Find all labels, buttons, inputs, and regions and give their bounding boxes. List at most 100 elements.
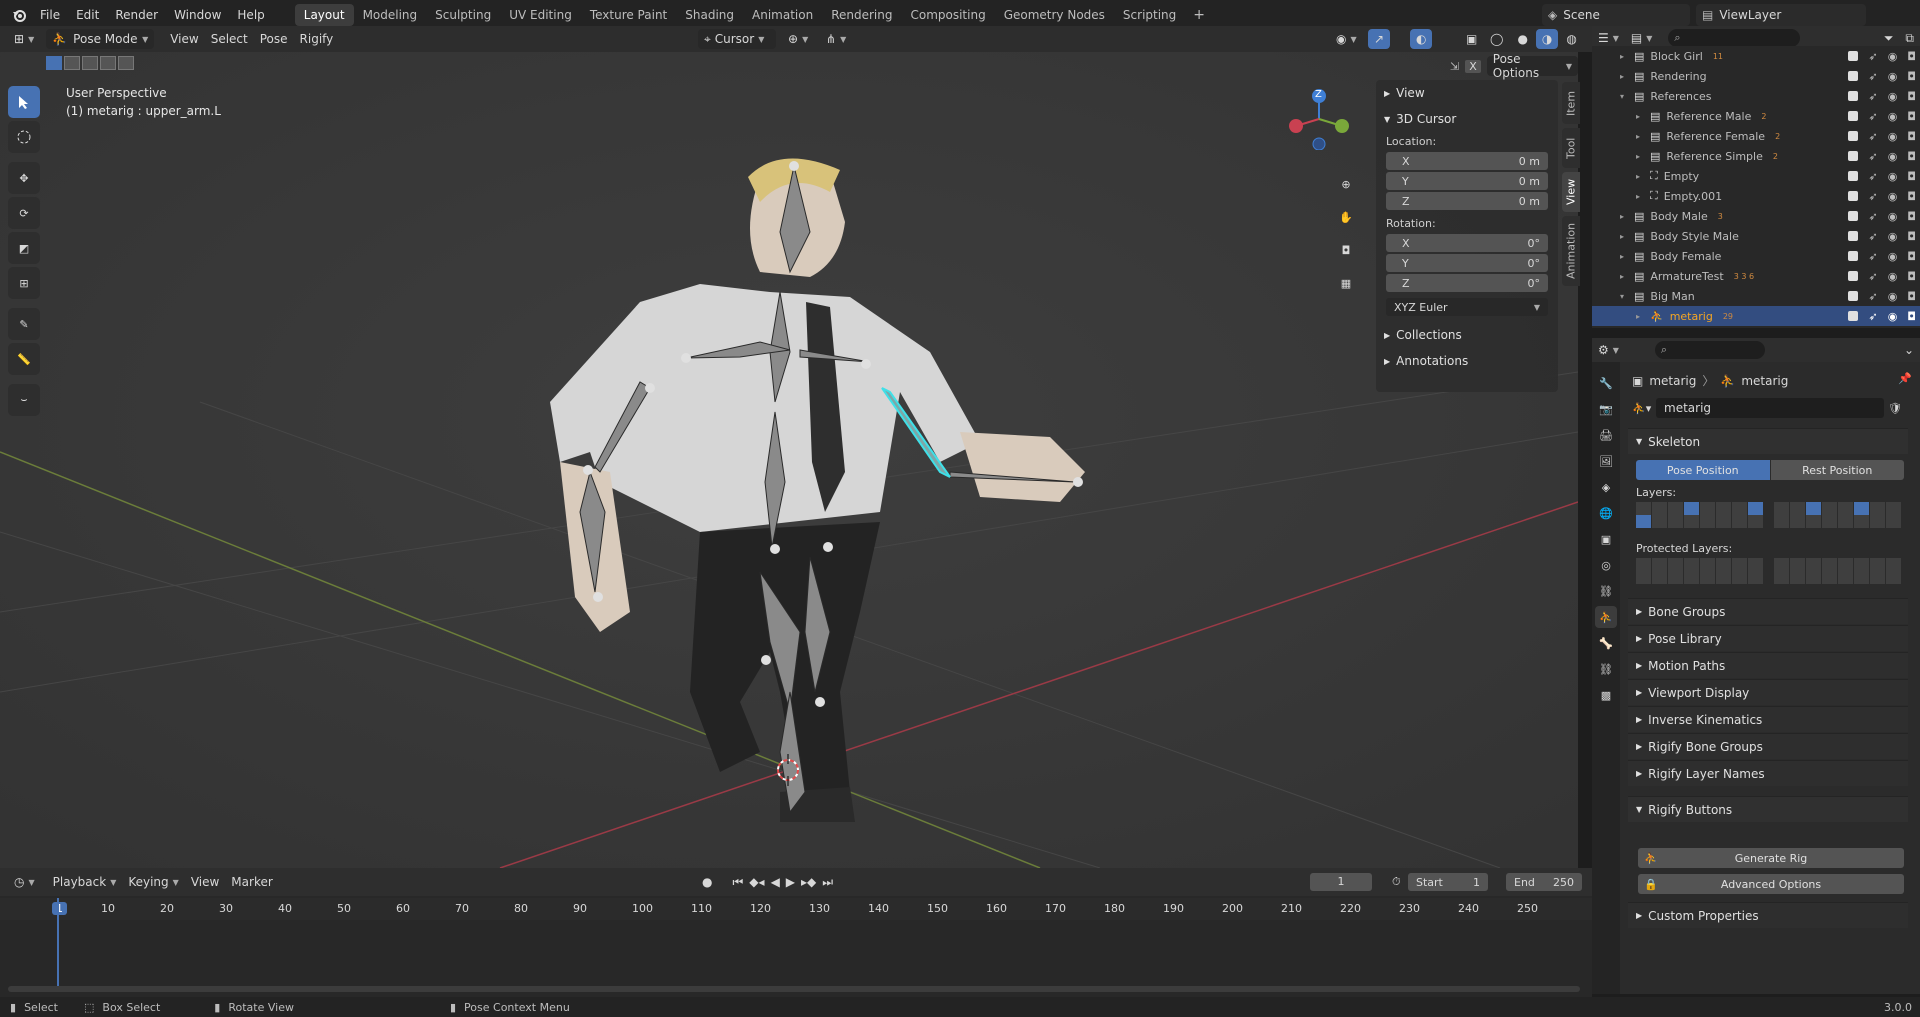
select-arrow-icon[interactable]: ➶ [1868, 270, 1877, 283]
chevron-right-icon[interactable]: ▸ [1632, 132, 1644, 141]
chevron-down-icon[interactable]: ▾ [1616, 292, 1628, 301]
eye-icon[interactable]: ◉ [1888, 230, 1898, 243]
layer-toggle[interactable] [1668, 571, 1683, 584]
world-properties-tab-icon[interactable]: 🌐 [1595, 502, 1617, 524]
menu-select[interactable]: Select [205, 29, 254, 49]
layer-toggle[interactable] [1716, 558, 1731, 571]
eye-icon[interactable]: ◉ [1888, 50, 1898, 63]
layer-toggle[interactable] [1652, 558, 1667, 571]
render-properties-tab-icon[interactable]: 📷 [1595, 398, 1617, 420]
wireframe-shading-button[interactable]: ◯ [1484, 29, 1509, 49]
play-icon[interactable]: ▶ [786, 875, 795, 890]
chevron-right-icon[interactable]: ▸ [1632, 152, 1644, 161]
exclude-checkbox[interactable] [1848, 271, 1859, 281]
generate-rig-button[interactable]: ⛹ Generate Rig [1638, 848, 1904, 868]
tab-geometry-nodes[interactable]: Geometry Nodes [995, 4, 1114, 26]
camera-icon[interactable]: ◘ [1907, 290, 1916, 303]
layer-toggle[interactable] [1838, 515, 1853, 528]
rotation-mode-dropdown[interactable]: XYZ Euler ▼ [1386, 298, 1548, 316]
jump-start-icon[interactable]: ⏮ [732, 875, 743, 890]
layer-toggle[interactable] [1668, 502, 1683, 515]
layer-toggle[interactable] [1636, 571, 1651, 584]
exclude-checkbox[interactable] [1848, 171, 1859, 181]
snap-toggle[interactable]: ⊕ ▼ [782, 29, 814, 49]
select-arrow-icon[interactable]: ➶ [1868, 50, 1877, 63]
chevron-right-icon[interactable]: ▸ [1616, 272, 1628, 281]
3d-viewport[interactable]: User Perspective (1) metarig : upper_arm… [0, 52, 1578, 868]
play-reverse-icon[interactable]: ◀ [771, 875, 780, 890]
grid-view-icon[interactable]: ▦ [1334, 271, 1358, 295]
properties-options[interactable]: ⌄ [1898, 340, 1920, 360]
outliner-row[interactable]: ▸ ▤ Block Girl 11 ➶ ◉ ◘ [1592, 46, 1920, 66]
xray-toggle[interactable]: ▣ [1460, 29, 1483, 49]
marker-menu[interactable]: Marker [225, 872, 278, 892]
property-section-header[interactable]: ▶ Rigify Bone Groups [1628, 733, 1908, 759]
layer-toggle[interactable] [1636, 515, 1651, 528]
tab-layout[interactable]: Layout [294, 4, 354, 26]
tab-item[interactable]: Item [1562, 82, 1580, 124]
outliner-row[interactable]: ▾ ▤ Big Man ➶ ◉ ◘ [1592, 286, 1920, 306]
exclude-checkbox[interactable] [1848, 151, 1859, 161]
layer-toggle[interactable] [1716, 571, 1731, 584]
measure-tool-icon[interactable]: 📏 [8, 343, 40, 375]
layer-toggle[interactable] [1732, 515, 1747, 528]
layers-grid[interactable] [1636, 502, 1902, 528]
layer-toggle[interactable] [1748, 515, 1763, 528]
physics-tab-icon[interactable]: ◎ [1595, 554, 1617, 576]
pose-options-dropdown[interactable]: Pose Options ▼ [1486, 52, 1578, 80]
camera-icon[interactable]: ◘ [1907, 210, 1916, 223]
layer-toggle[interactable] [1652, 502, 1667, 515]
chevron-right-icon[interactable]: ▸ [1632, 172, 1644, 181]
mode-dropdown[interactable]: ⛹ Pose Mode ▼ [46, 29, 155, 49]
skeleton-panel-header[interactable]: ▼ Skeleton [1628, 428, 1908, 454]
cursor-rotation-z[interactable]: Z 0° [1386, 274, 1548, 292]
layer-toggle[interactable] [1886, 571, 1901, 584]
outliner-editor-type[interactable]: ☰ ▼ [1592, 28, 1625, 48]
layer-toggle[interactable] [1716, 515, 1731, 528]
rendered-shading-button[interactable]: ◍ [1560, 29, 1582, 49]
collections-section-header[interactable]: ▶ Collections [1376, 322, 1558, 348]
rigify-buttons-header[interactable]: ▼ Rigify Buttons [1628, 796, 1908, 822]
layer-toggle[interactable] [1806, 502, 1821, 515]
tool-properties-tab-icon[interactable]: 🔧 [1595, 372, 1617, 394]
select-arrow-icon[interactable]: ➶ [1868, 70, 1877, 83]
layer-toggle[interactable] [1748, 502, 1763, 515]
transform-tool-icon[interactable]: ⊞ [8, 267, 40, 299]
overlay-toggle[interactable]: ◐ [1410, 29, 1433, 49]
outliner-search-input[interactable]: ⌕ [1668, 29, 1801, 47]
layer-toggle[interactable] [1652, 571, 1667, 584]
layer-toggle[interactable] [1838, 502, 1853, 515]
bone-constraints-tab-icon[interactable]: ⛓ [1595, 658, 1617, 680]
layer-toggle[interactable] [1668, 558, 1683, 571]
layer-toggle[interactable] [1854, 558, 1869, 571]
outliner-row[interactable]: ▾ ▤ References ➶ ◉ ◘ [1592, 86, 1920, 106]
eye-icon[interactable]: ◉ [1888, 130, 1898, 143]
layer-toggle[interactable] [1684, 571, 1699, 584]
eye-icon[interactable]: ◉ [1888, 90, 1898, 103]
exclude-checkbox[interactable] [1848, 231, 1859, 241]
layer-toggle[interactable] [1886, 515, 1901, 528]
object-properties-tab-icon[interactable]: ▣ [1595, 528, 1617, 550]
annotate-tool-icon[interactable]: ✎ [8, 308, 40, 340]
texture-tab-icon[interactable]: ▩ [1595, 684, 1617, 706]
select-arrow-icon[interactable]: ➶ [1868, 130, 1877, 143]
cursor-location-x[interactable]: X 0 m [1386, 152, 1548, 170]
new-collection-button[interactable]: ⧉ [1899, 28, 1920, 48]
chevron-right-icon[interactable]: ▸ [1632, 192, 1644, 201]
view-layer-field[interactable]: ▤ ViewLayer [1696, 4, 1866, 26]
camera-icon[interactable]: ◘ [1334, 238, 1358, 262]
transform-affect-icon[interactable]: ⇲ [1450, 60, 1459, 73]
display-mode-dropdown[interactable]: ▤ ▼ [1625, 28, 1659, 48]
zoom-icon[interactable]: ⊕ [1334, 172, 1358, 196]
property-section-header[interactable]: ▶ Inverse Kinematics [1628, 706, 1908, 732]
navigation-gizmo[interactable]: Z [1288, 88, 1350, 151]
bone-properties-tab-icon[interactable]: 🦴 [1595, 632, 1617, 654]
property-section-header[interactable]: ▶ Pose Library [1628, 625, 1908, 651]
scene-field[interactable]: ◈ Scene [1542, 4, 1690, 26]
eye-icon[interactable]: ◉ [1888, 170, 1898, 183]
layer-toggle[interactable] [1700, 502, 1715, 515]
layer-toggle[interactable] [1806, 515, 1821, 528]
layer-toggle[interactable] [1870, 558, 1885, 571]
timeline-ruler[interactable]: 1 10 20 30 40 50 60 70 80 90 100 110 120 130 140 150 160… [0, 898, 1592, 920]
exclude-checkbox[interactable] [1848, 51, 1859, 61]
